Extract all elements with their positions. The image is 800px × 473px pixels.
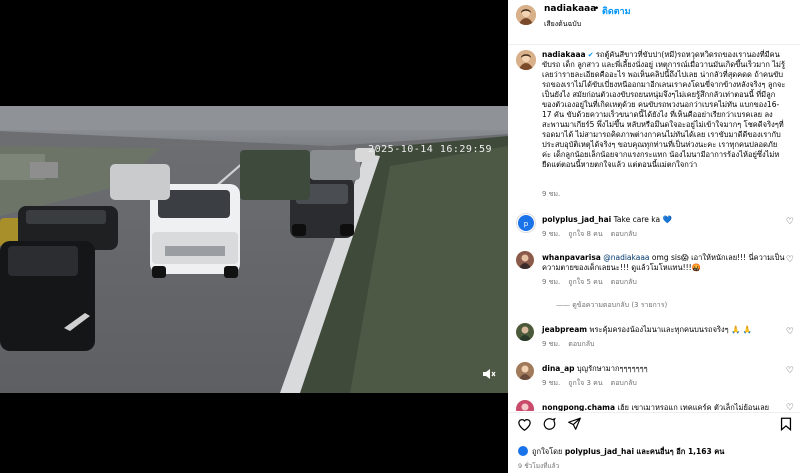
reply-button[interactable]: ตอบกลับ (611, 379, 637, 387)
caption-meta: 9 ชม. (542, 189, 568, 200)
comment-avatar[interactable] (516, 362, 534, 380)
comment-text: polyplus_jad_hai Take care ka 💙 (542, 215, 672, 224)
caption-username[interactable]: nadiakaaa (542, 50, 586, 59)
mention-link[interactable]: @nadiakaaa (603, 253, 649, 262)
view-replies-button[interactable]: —— ดูข้อความตอบกลับ (3 รายการ) (556, 300, 667, 311)
heart-icon[interactable]: ♡ (786, 403, 794, 411)
heart-icon[interactable]: ♡ (786, 217, 794, 227)
audio-label[interactable]: เสียงต้นฉบับ (544, 19, 581, 30)
video-player[interactable]: 2025-10-14 16:29:59 (0, 106, 508, 393)
post-actions: ถูกใจโดย polyplus_jad_hai และคนอื่นๆ อีก… (508, 412, 800, 473)
reply-button[interactable]: ตอบกลับ (568, 340, 594, 348)
comment-meta: 9 ชม. ตอบกลับ (542, 340, 595, 348)
comment-avatar[interactable] (516, 251, 534, 269)
video-timestamp: 2025-10-14 16:29:59 (368, 144, 492, 155)
comments-list: nadiakaaa ✔ รถตู้คันสีขาวที่ขับปา(หมี)รถ… (508, 45, 800, 411)
like-icon[interactable] (517, 417, 532, 435)
post-username[interactable]: nadiakaaa (544, 4, 596, 14)
post-modal: 2025-10-14 16:29:59 nadiakaaa • ติดตาม เ… (0, 0, 800, 473)
comment-text: jeabpream พระคุ้มครองน้องไมนาและทุกคนบนร… (542, 325, 753, 334)
comment-text: dina_ap บุญรักษามากๆๆๆๆๆๆๆ (542, 364, 648, 373)
comment-avatar[interactable] (516, 400, 534, 411)
liker-avatar (518, 446, 528, 456)
reply-button[interactable]: ตอบกลับ (611, 278, 637, 286)
caption-body: รถตู้คันสีขาวที่ขับปา(หมี)รถหวุดหวิดรถขอ… (542, 50, 786, 169)
post-time: 9 ชั่วโมงที่แล้ว (518, 462, 560, 470)
likes-summary[interactable]: ถูกใจโดย polyplus_jad_hai และคนอื่นๆ อีก… (532, 446, 724, 458)
heart-icon[interactable]: ♡ (786, 366, 794, 376)
post-side-panel: nadiakaaa • ติดตาม เสียงต้นฉบับ nadiakaa… (508, 0, 800, 473)
share-icon[interactable] (567, 417, 582, 435)
comment-likes[interactable]: ถูกใจ 8 คน (568, 230, 602, 238)
comment-meta: 9 ชม. ถูกใจ 3 คน ตอบกลับ (542, 379, 637, 387)
post-header: nadiakaaa • ติดตาม เสียงต้นฉบับ (508, 0, 800, 45)
heart-icon[interactable]: ♡ (786, 327, 794, 337)
comment-icon[interactable] (542, 417, 557, 435)
comment-likes[interactable]: ถูกใจ 5 คน (568, 278, 602, 286)
comment-text: nongpong.chama เฮ้ย เขาเมาหรอแก เทคแคร์ค… (542, 403, 770, 411)
comment-meta: 9 ชม. ถูกใจ 8 คน ตอบกลับ (542, 230, 637, 238)
comment-username[interactable]: nongpong.chama (542, 403, 615, 411)
heart-icon[interactable]: ♡ (786, 255, 794, 265)
verified-badge-icon: ✔ (585, 51, 596, 59)
comment-username[interactable]: whanpavarisa (542, 253, 601, 262)
svg-text:p: p (524, 220, 529, 228)
comment-username[interactable]: jeabpream (542, 325, 587, 334)
speaker-muted-icon[interactable] (482, 367, 498, 383)
avatar[interactable] (516, 5, 536, 25)
comment-likes[interactable]: ถูกใจ 3 คน (568, 379, 602, 387)
caption-avatar[interactable] (516, 50, 536, 70)
comment-username[interactable]: polyplus_jad_hai (542, 215, 611, 224)
separator-dot: • (594, 4, 600, 14)
follow-button[interactable]: ติดตาม (602, 4, 631, 18)
comment-text: whanpavarisa @nadiakaaa omg sis😱 เอาให้ห… (542, 253, 785, 272)
caption-text: nadiakaaa ✔ รถตู้คันสีขาวที่ขับปา(หมี)รถ… (542, 50, 786, 170)
comment-username[interactable]: dina_ap (542, 364, 575, 373)
caption-time: 9 ชม. (542, 190, 561, 198)
comment-avatar[interactable] (516, 323, 534, 341)
comment-avatar[interactable]: p (516, 213, 536, 233)
reply-button[interactable]: ตอบกลับ (611, 230, 637, 238)
comment-meta: 9 ชม. ถูกใจ 5 คน ตอบกลับ (542, 278, 637, 286)
bookmark-icon[interactable] (780, 417, 792, 435)
